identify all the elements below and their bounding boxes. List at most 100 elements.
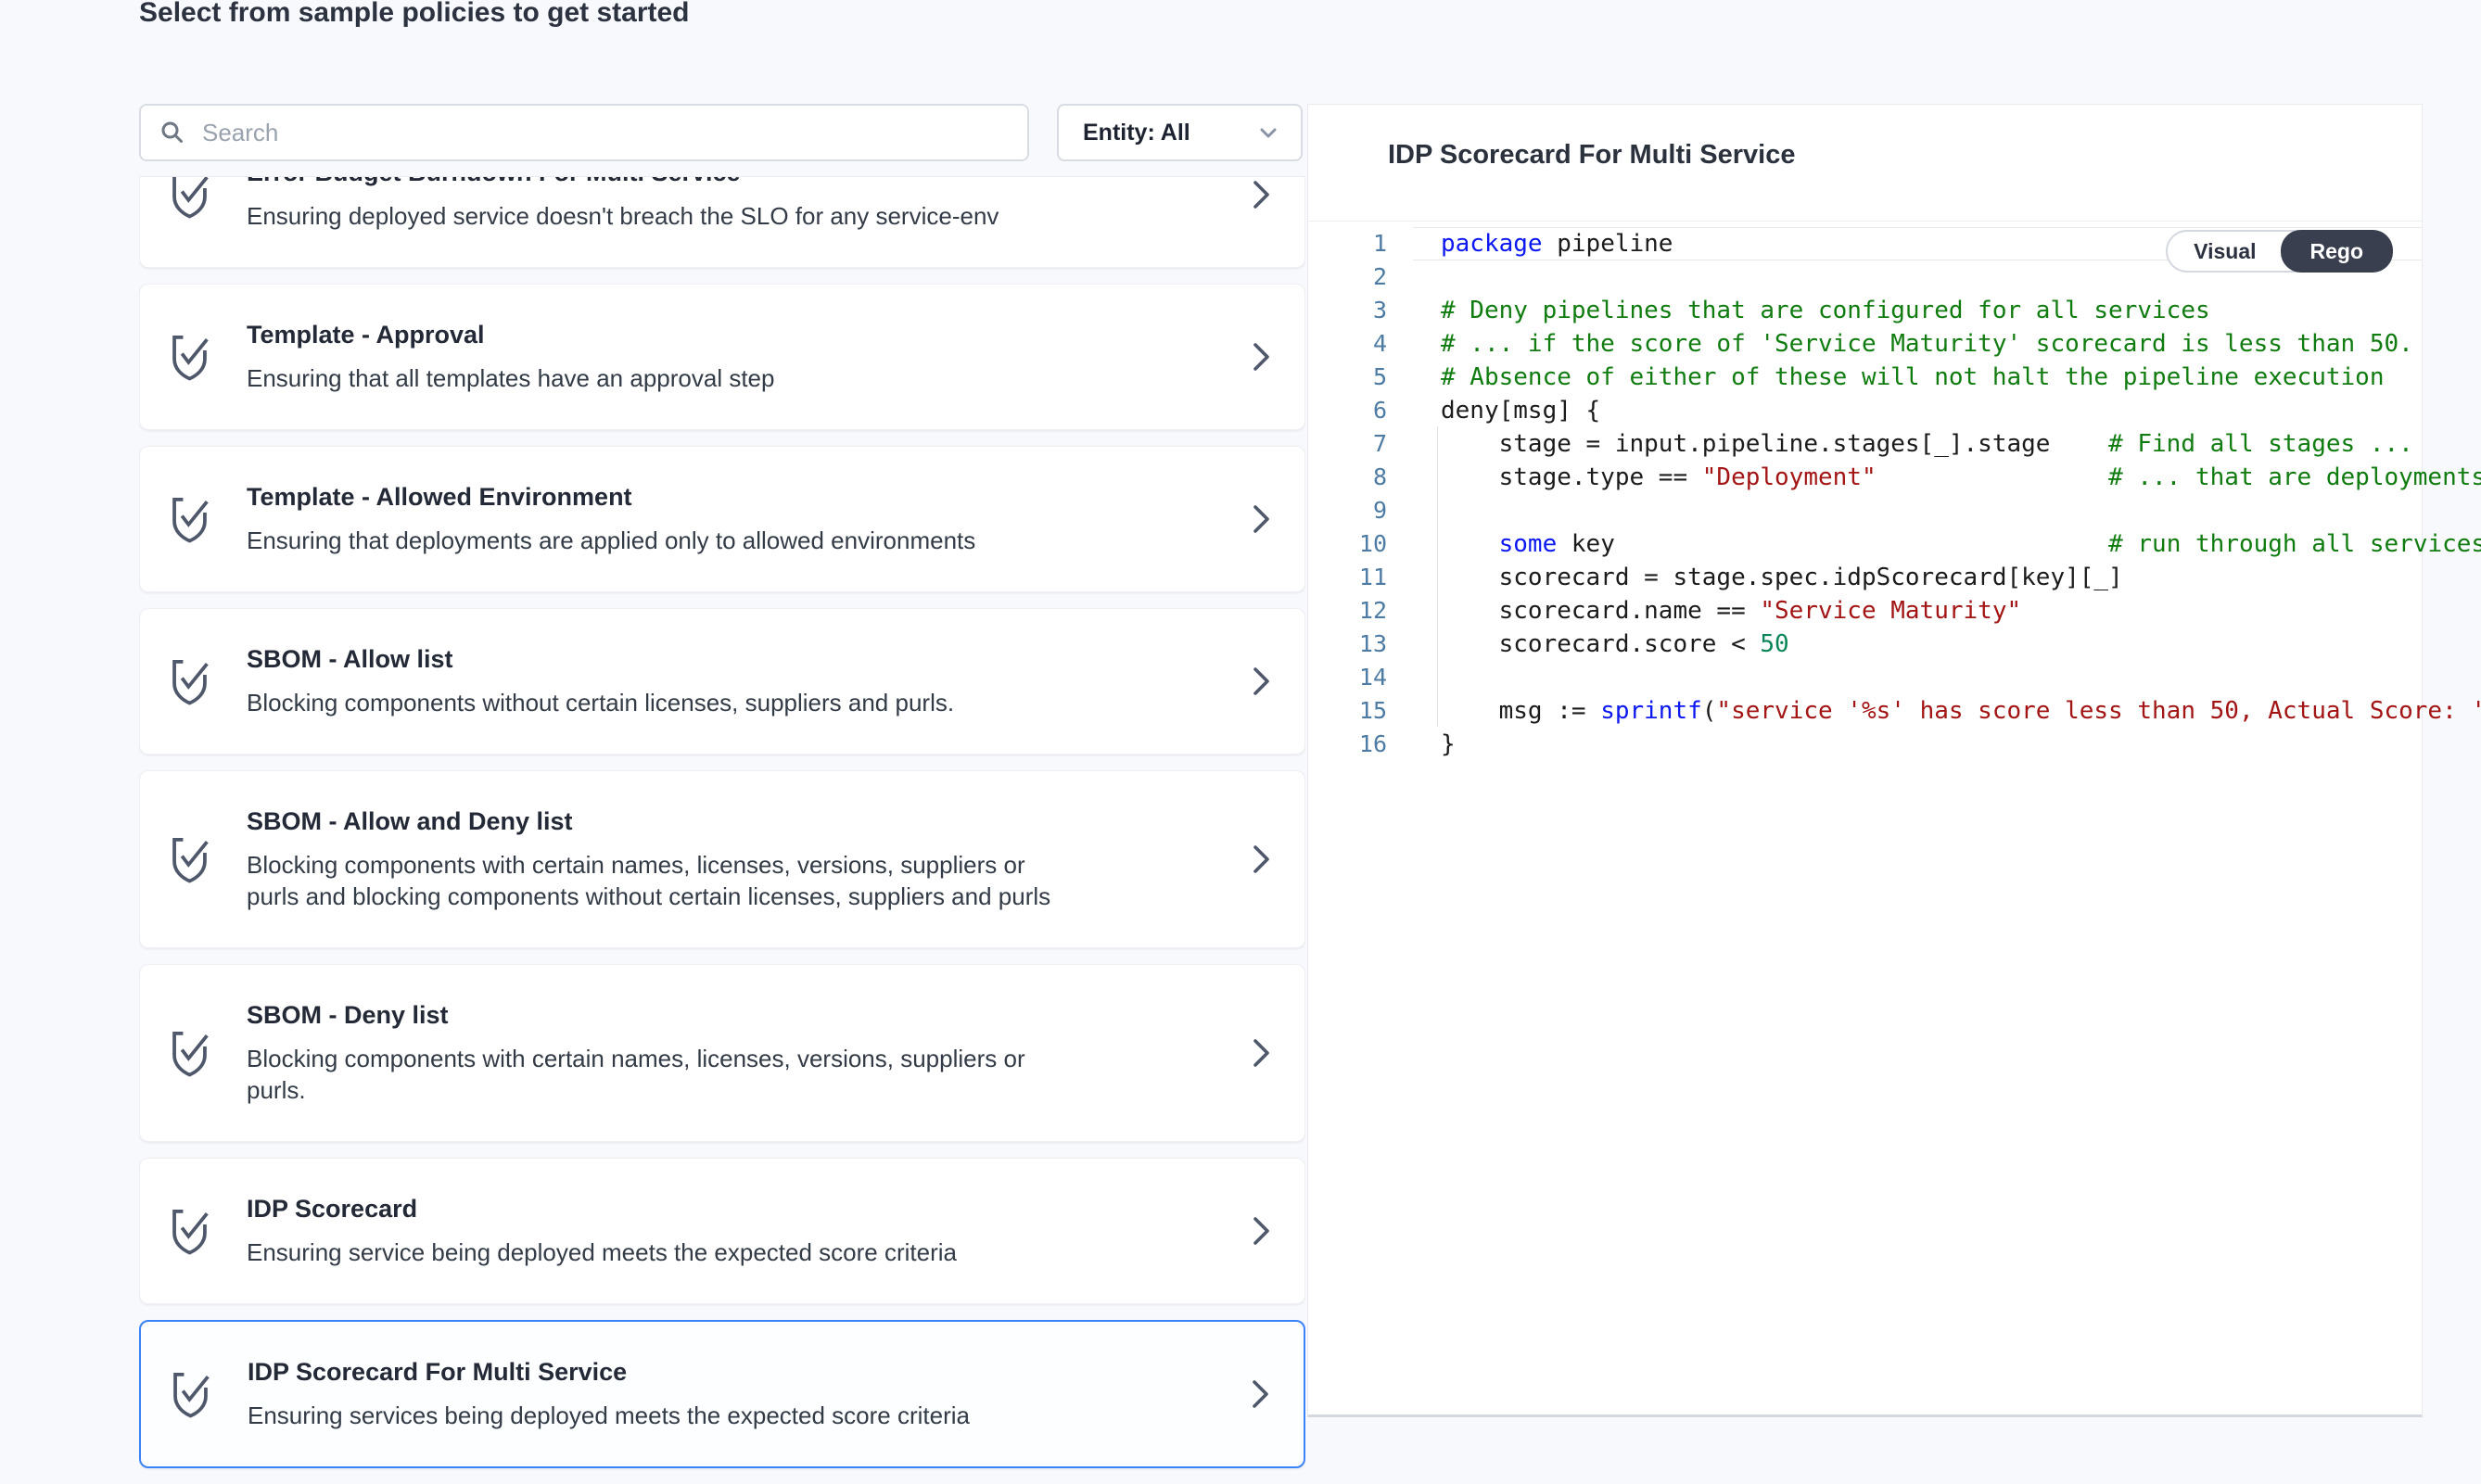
entity-filter-dropdown[interactable]: Entity: All: [1057, 104, 1303, 161]
policy-card[interactable]: SBOM - Allow list Blocking components wi…: [139, 608, 1305, 755]
policy-description: Ensuring service being deployed meets th…: [247, 1237, 1204, 1268]
detail-title: IDP Scorecard For Multi Service: [1388, 140, 1795, 171]
code-line-content: stage = input.pipeline.stages[_].stage #…: [1413, 427, 2422, 461]
view-mode-toggle[interactable]: VisualRego: [2166, 230, 2393, 273]
chevron-right-icon[interactable]: [1249, 500, 1273, 539]
code-line: 10 some key # run through all services: [1308, 527, 2422, 561]
line-number: 14: [1308, 661, 1413, 694]
policy-card[interactable]: IDP Scorecard Ensuring service being dep…: [139, 1158, 1305, 1304]
code-line-content: scorecard.name == "Service Maturity": [1413, 594, 2422, 628]
shield-check-icon: [168, 333, 211, 381]
line-number: 15: [1308, 694, 1413, 728]
toggle-option-visual[interactable]: Visual: [2168, 232, 2282, 271]
code-line-content: }: [1413, 728, 2422, 761]
entity-filter-label: Entity: All: [1083, 120, 1190, 146]
policy-card[interactable]: Template - Approval Ensuring that all te…: [139, 284, 1305, 430]
policy-card[interactable]: Error Budget Burndown For Multi Service …: [139, 176, 1305, 268]
shield-check-icon: [169, 1370, 212, 1418]
page-title: Select from sample policies to get start…: [139, 0, 690, 32]
policy-description: Ensuring that all templates have an appr…: [247, 362, 1204, 394]
code-line-content: [1413, 494, 2422, 527]
policy-title: SBOM - Allow and Deny list: [247, 806, 1204, 836]
line-number: 4: [1308, 327, 1413, 361]
line-number: 5: [1308, 361, 1413, 394]
chevron-right-icon[interactable]: [1248, 1375, 1272, 1414]
chevron-right-icon[interactable]: [1249, 1211, 1273, 1250]
policy-card[interactable]: IDP Scorecard For Multi Service Ensuring…: [139, 1320, 1305, 1468]
policy-card[interactable]: SBOM - Allow and Deny list Blocking comp…: [139, 770, 1305, 948]
code-line: 9: [1308, 494, 2422, 527]
code-line: 15 msg := sprintf("service '%s' has scor…: [1308, 694, 2422, 728]
shield-check-icon: [168, 176, 211, 219]
policy-description: Blocking components without certain lice…: [247, 687, 1204, 718]
policy-description: Ensuring that deployments are applied on…: [247, 525, 1204, 556]
code-line: 11 scorecard = stage.spec.idpScorecard[k…: [1308, 561, 2422, 594]
line-number: 6: [1308, 394, 1413, 427]
code-line-content: scorecard = stage.spec.idpScorecard[key]…: [1413, 561, 2422, 594]
shield-check-icon: [168, 657, 211, 705]
policy-list[interactable]: Error Budget Burndown For Multi Service …: [139, 176, 1305, 1484]
chevron-right-icon[interactable]: [1249, 1034, 1273, 1072]
policy-card[interactable]: Template - Allowed Environment Ensuring …: [139, 446, 1305, 592]
code-line: 6deny[msg] {: [1308, 394, 2422, 427]
policy-title: SBOM - Deny list: [247, 1000, 1204, 1030]
line-number: 1: [1308, 227, 1413, 260]
line-number: 8: [1308, 461, 1413, 494]
code-line: 14: [1308, 661, 2422, 694]
line-number: 2: [1308, 260, 1413, 294]
policy-card[interactable]: SBOM - Deny list Blocking components wit…: [139, 964, 1305, 1142]
line-number: 16: [1308, 728, 1413, 761]
code-line-content: [1413, 661, 2422, 694]
code-line-content: # Absence of either of these will not ha…: [1413, 361, 2422, 394]
shield-check-icon: [168, 1029, 211, 1077]
code-line-content: scorecard.score < 50: [1413, 628, 2422, 661]
toggle-option-rego[interactable]: Rego: [2281, 230, 2394, 273]
search-box[interactable]: [139, 104, 1029, 161]
policy-description: Blocking components with certain names, …: [247, 1043, 1204, 1106]
code-line-content: msg := sprintf("service '%s' has score l…: [1413, 694, 2422, 728]
indent-guide: [1437, 426, 1438, 727]
code-line-content: # ... if the score of 'Service Maturity'…: [1413, 327, 2422, 361]
policy-title: Template - Approval: [247, 320, 1204, 349]
policy-title: Template - Allowed Environment: [247, 482, 1204, 512]
code-line: 8 stage.type == "Deployment" # ... that …: [1308, 461, 2422, 494]
code-line: 7 stage = input.pipeline.stages[_].stage…: [1308, 427, 2422, 461]
line-number: 3: [1308, 294, 1413, 327]
policy-title: IDP Scorecard For Multi Service: [248, 1357, 1203, 1387]
line-number: 10: [1308, 527, 1413, 561]
shield-check-icon: [168, 495, 211, 543]
policy-detail-panel: IDP Scorecard For Multi Service VisualRe…: [1307, 104, 2423, 1417]
shield-check-icon: [168, 835, 211, 883]
policy-description: Ensuring deployed service doesn't breach…: [247, 200, 1204, 232]
line-number: 7: [1308, 427, 1413, 461]
code-line: 5# Absence of either of these will not h…: [1308, 361, 2422, 394]
detail-header: IDP Scorecard For Multi Service: [1308, 105, 2422, 221]
code-line: 16}: [1308, 728, 2422, 761]
policy-title: IDP Scorecard: [247, 1194, 1204, 1224]
code-line-content: stage.type == "Deployment" # ... that ar…: [1413, 461, 2422, 494]
code-line: 3# Deny pipelines that are configured fo…: [1308, 294, 2422, 327]
chevron-down-icon: [1256, 120, 1280, 145]
search-input[interactable]: [200, 118, 1027, 148]
shield-check-icon: [168, 1207, 211, 1255]
chevron-right-icon[interactable]: [1249, 176, 1273, 214]
policy-description: Blocking components with certain names, …: [247, 849, 1204, 912]
chevron-right-icon[interactable]: [1249, 337, 1273, 376]
line-number: 12: [1308, 594, 1413, 628]
code-line-content: # Deny pipelines that are configured for…: [1413, 294, 2422, 327]
rego-code-editor[interactable]: 1package pipeline23# Deny pipelines that…: [1308, 222, 2422, 761]
chevron-right-icon[interactable]: [1249, 840, 1273, 879]
code-line-content: some key # run through all services: [1413, 527, 2422, 561]
policy-title: Error Budget Burndown For Multi Service: [247, 176, 1204, 187]
line-number: 11: [1308, 561, 1413, 594]
code-line: 4# ... if the score of 'Service Maturity…: [1308, 327, 2422, 361]
line-number: 9: [1308, 494, 1413, 527]
policy-title: SBOM - Allow list: [247, 644, 1204, 674]
chevron-right-icon[interactable]: [1249, 662, 1273, 701]
search-icon: [159, 120, 185, 146]
code-line: 12 scorecard.name == "Service Maturity": [1308, 594, 2422, 628]
code-line: 13 scorecard.score < 50: [1308, 628, 2422, 661]
line-number: 13: [1308, 628, 1413, 661]
policy-description: Ensuring services being deployed meets t…: [248, 1400, 1203, 1431]
code-line-content: deny[msg] {: [1413, 394, 2422, 427]
